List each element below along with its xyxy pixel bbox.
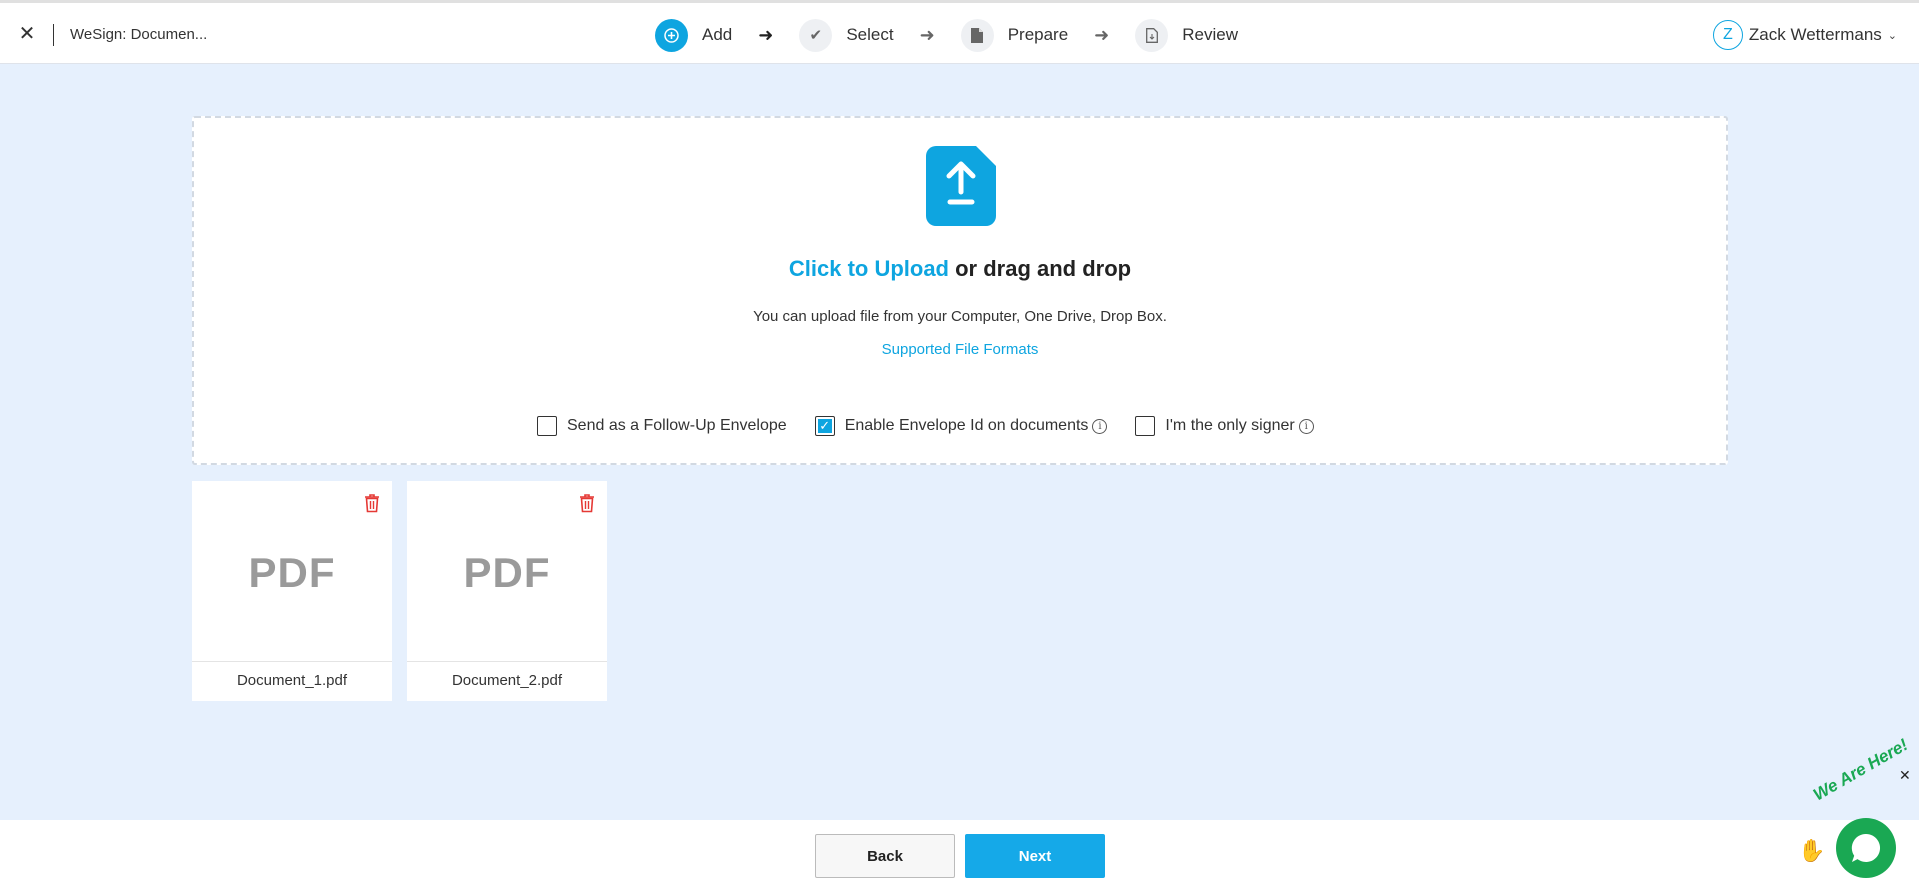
step-review[interactable]: Review [1135, 18, 1239, 52]
next-button[interactable]: Next [965, 834, 1105, 878]
supported-formats-row: Supported File Formats [194, 341, 1726, 358]
close-icon[interactable]: ✕ [16, 23, 38, 45]
upload-options: Send as a Follow-Up Envelope ✓ Enable En… [537, 416, 1342, 436]
bottom-bar: Back Next [0, 820, 1919, 891]
pdf-type-label: PDF [463, 549, 551, 596]
waving-hand-icon: ✋ [1798, 838, 1826, 863]
trash-icon[interactable] [364, 493, 380, 513]
document-icon [960, 18, 994, 52]
envelope-id-checkbox[interactable]: ✓ [814, 416, 835, 436]
user-menu[interactable]: Z Zack Wettermans ⌄ [1712, 20, 1897, 50]
info-icon[interactable]: i [1092, 418, 1108, 434]
pdf-type-label: PDF [248, 549, 336, 596]
user-name: Zack Wettermans [1748, 25, 1882, 44]
divider [192, 661, 392, 662]
chat-bubble-icon [1851, 833, 1881, 862]
option-envelope-id: ✓ Enable Envelope Id on documents i [814, 416, 1108, 436]
top-bar: ✕ WeSign: Documen... Add ➜ ✔ Select ➜ Pr… [0, 0, 1919, 64]
document-title: WeSign: Documen... [70, 26, 208, 43]
file-card[interactable]: PDF Document_2.pdf [407, 481, 607, 701]
arrow-right-icon: ➜ [1094, 24, 1110, 45]
option-label: Send as a Follow-Up Envelope [567, 417, 787, 434]
option-only-signer: I'm the only signer i [1135, 416, 1314, 436]
upload-subtitle: You can upload file from your Computer, … [753, 308, 1167, 325]
plus-circle-icon [655, 18, 688, 52]
chat-badge-text: We Are Here! [1810, 735, 1912, 805]
file-card[interactable]: PDF Document_1.pdf [192, 481, 392, 701]
file-name: Document_2.pdf [451, 672, 563, 689]
chat-close-icon[interactable]: ✕ [1899, 767, 1911, 784]
option-label: Enable Envelope Id on documents [844, 417, 1089, 434]
step-prepare[interactable]: Prepare [960, 18, 1069, 52]
step-add[interactable]: Add [655, 18, 733, 52]
step-label: Select [846, 25, 894, 44]
step-select[interactable]: ✔ Select [799, 18, 894, 52]
arrow-right-icon: ➜ [758, 24, 774, 45]
avatar: Z [1712, 20, 1743, 50]
option-label: I'm the only signer [1165, 417, 1295, 434]
click-to-upload-link[interactable]: Click to Upload [789, 256, 949, 281]
document-review-icon [1135, 18, 1169, 52]
supported-formats-link[interactable]: Supported File Formats [882, 341, 1039, 358]
trash-icon[interactable] [579, 493, 595, 513]
check-icon: ✔ [799, 18, 833, 52]
file-name: Document_1.pdf [236, 672, 348, 689]
stepper: Add ➜ ✔ Select ➜ Prepare ➜ Review [655, 18, 1238, 52]
back-button[interactable]: Back [815, 834, 955, 878]
upload-heading: Click to Upload or drag and drop [194, 256, 1726, 282]
chevron-down-icon: ⌄ [1887, 29, 1897, 42]
only-signer-checkbox[interactable] [1135, 416, 1156, 436]
step-label: Review [1182, 25, 1239, 44]
step-label: Add [702, 25, 733, 44]
arrow-right-icon: ➜ [919, 24, 935, 45]
step-label: Prepare [1007, 25, 1069, 44]
info-icon[interactable]: i [1298, 418, 1314, 434]
upload-heading-text: or drag and drop [949, 256, 1132, 281]
upload-icon[interactable] [926, 146, 996, 226]
chat-launcher-button[interactable] [1836, 818, 1896, 878]
option-follow-up-envelope: Send as a Follow-Up Envelope [537, 416, 787, 436]
divider [53, 24, 54, 46]
upload-dropzone[interactable]: Click to Upload or drag and drop You can… [192, 116, 1728, 465]
divider [407, 661, 607, 662]
check-icon: ✓ [817, 418, 832, 433]
follow-up-envelope-checkbox[interactable] [537, 416, 557, 436]
